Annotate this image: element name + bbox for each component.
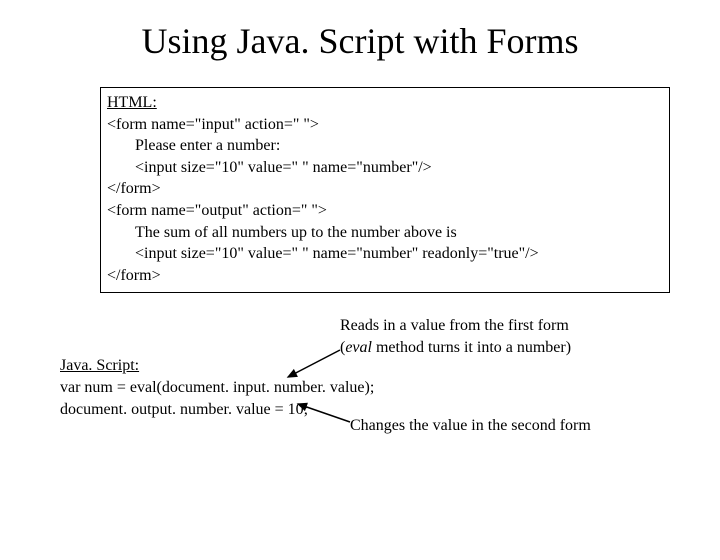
code-line: <form name="output" action=" "> [107, 200, 663, 222]
code-line: </form> [107, 265, 663, 287]
annotation-second-form: Changes the value in the second form [350, 415, 690, 437]
annotation-line: (eval method turns it into a number) [340, 337, 660, 359]
code-line: <input size="10" value=" " name="number"… [107, 157, 663, 179]
html-heading: HTML: [107, 92, 663, 114]
html-code-box: HTML: <form name="input" action=" "> Ple… [100, 87, 670, 293]
code-line: </form> [107, 178, 663, 200]
annotation-line: Reads in a value from the first form [340, 315, 660, 337]
annotation-first-form: Reads in a value from the first form (ev… [340, 315, 660, 358]
code-line: Please enter a number: [107, 135, 663, 157]
code-line: <input size="10" value=" " name="number"… [107, 243, 663, 265]
arrow-icon [280, 345, 350, 385]
code-line: The sum of all numbers up to the number … [107, 222, 663, 244]
arrow-icon [290, 400, 360, 430]
code-line: <form name="input" action=" "> [107, 114, 663, 136]
slide-title: Using Java. Script with Forms [0, 20, 720, 62]
